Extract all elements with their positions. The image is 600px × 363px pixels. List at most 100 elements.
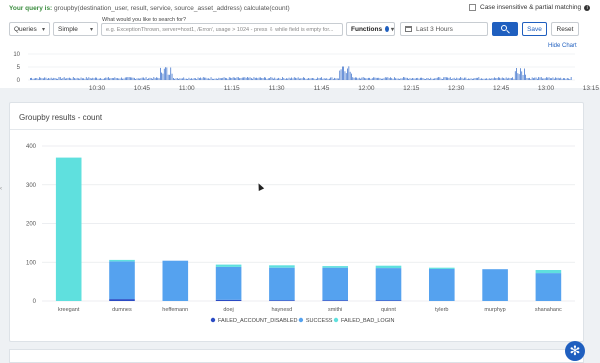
search-input[interactable]: e.g. ExceptionThrown, server=host1, /Err…	[101, 23, 343, 36]
timeline-bar	[297, 77, 299, 80]
timeline-bar	[323, 78, 325, 80]
timeline-bar	[182, 78, 183, 80]
timeline-bar	[36, 78, 38, 80]
timeline-bar	[270, 77, 272, 80]
timeline-bar	[299, 78, 300, 80]
reset-button[interactable]: Reset	[551, 22, 579, 36]
mode-select[interactable]: Simple ▾	[53, 22, 98, 36]
timeline-bar	[108, 77, 109, 80]
timeline-bar	[518, 74, 520, 80]
timeline-bar	[339, 70, 341, 80]
save-button[interactable]: Save	[522, 22, 547, 36]
timeline-bar	[366, 78, 368, 80]
timeline-bar	[247, 77, 248, 80]
timeline-bar	[355, 77, 356, 80]
timeline-bar	[520, 68, 521, 80]
timeline-bar	[236, 77, 238, 80]
timeline-bar	[332, 78, 334, 80]
timeline-bar	[472, 78, 473, 80]
timeline-bar	[468, 78, 469, 80]
timeline-bar	[93, 78, 95, 80]
timeline-bar	[277, 78, 278, 80]
timeline-bar	[345, 73, 347, 80]
timeline-x-tick: 10:30	[89, 85, 106, 92]
chart-y-tick-label: 100	[26, 260, 37, 266]
timeline-bar	[102, 78, 104, 80]
timeline-bar	[321, 77, 322, 80]
timeline-bar	[221, 78, 222, 80]
timeline-bar	[157, 77, 159, 80]
timeline-bar	[329, 78, 330, 80]
timeline-bar	[167, 74, 169, 80]
timeline-bar	[425, 79, 426, 80]
timeline-bar	[119, 78, 121, 80]
timeline-bar	[364, 77, 365, 80]
timeline-bar	[527, 78, 529, 80]
timeline-bar	[513, 78, 515, 80]
timeline-bar	[139, 78, 140, 80]
timeline-bar	[356, 77, 357, 80]
chart-bar-segment	[322, 300, 348, 301]
timeline-bar	[388, 78, 390, 80]
timeline-bar	[548, 77, 550, 80]
timeline-bar	[258, 77, 260, 80]
timeline-bar	[70, 78, 71, 80]
timeline-bar	[496, 78, 498, 80]
timeline-bar	[39, 77, 40, 80]
timeline-bar	[287, 78, 289, 80]
timeline-bar	[413, 78, 415, 80]
timeline-bar	[409, 78, 411, 80]
timeline-bar	[533, 78, 534, 80]
timeline-bar	[152, 78, 153, 80]
timeline-bar	[273, 78, 274, 80]
chart-bar-segment	[269, 267, 295, 301]
chart-x-tick-label: heffemann	[162, 307, 188, 313]
timeline-bar	[196, 79, 198, 80]
timeline-bar	[123, 78, 125, 80]
timeline-bar	[300, 78, 302, 80]
time-range-picker[interactable]: Last 3 Hours	[400, 22, 488, 36]
timeline-bar	[421, 77, 422, 80]
timeline-x-tick: 12:00	[358, 85, 375, 92]
timeline-bar	[400, 78, 402, 80]
timeline-bar	[114, 77, 116, 80]
chart-bar-segment	[109, 259, 135, 262]
timeline-bar	[97, 78, 99, 80]
timeline-x-tick: 10:45	[134, 85, 151, 92]
queries-dropdown[interactable]: Queries ▾	[9, 22, 50, 36]
timeline-bar	[543, 78, 545, 80]
chart-x-tick-label: quinnt	[381, 307, 396, 313]
timeline-bar	[420, 77, 421, 80]
timeline-bar	[57, 78, 58, 80]
timeline-bar	[392, 78, 394, 80]
timeline-bar	[262, 78, 264, 80]
timeline-bar	[82, 78, 83, 80]
timeline-bar	[278, 77, 279, 80]
timeline-bar	[529, 77, 530, 80]
functions-button[interactable]: Functions ▾	[346, 22, 395, 36]
info-icon[interactable]: i	[584, 4, 591, 11]
timeline-bar	[153, 77, 155, 80]
chart-y-tick-label: 300	[26, 183, 37, 189]
timeline-bar	[512, 77, 513, 80]
search-button[interactable]	[492, 22, 518, 36]
collapse-handle-icon[interactable]: ‹	[0, 186, 2, 192]
timeline-bar	[391, 78, 393, 80]
timeline-bar	[485, 78, 486, 80]
timeline-bar	[498, 77, 499, 80]
timeline-chart[interactable]: 0 5 10 10:30 10:45 11:00 11:15 11:30 11:45 12:00 1…	[0, 48, 600, 98]
case-insensitive-option[interactable]: Case insensitive & partial matching i	[469, 4, 591, 11]
timeline-bar	[295, 77, 296, 80]
timeline-y-tick: 5	[17, 65, 21, 71]
timeline-bar	[209, 78, 211, 80]
chart-x-tick-label: smithi	[328, 307, 342, 313]
timeline-bar	[309, 78, 311, 80]
timeline-bar	[67, 77, 69, 80]
timeline-bar	[45, 77, 47, 80]
timeline-bar	[49, 78, 51, 80]
case-insensitive-checkbox[interactable]	[469, 4, 476, 11]
timeline-bar	[282, 77, 283, 80]
timeline-bar	[327, 78, 329, 80]
gear-icon[interactable]: ✻	[565, 341, 585, 361]
timeline-bar	[352, 77, 354, 80]
